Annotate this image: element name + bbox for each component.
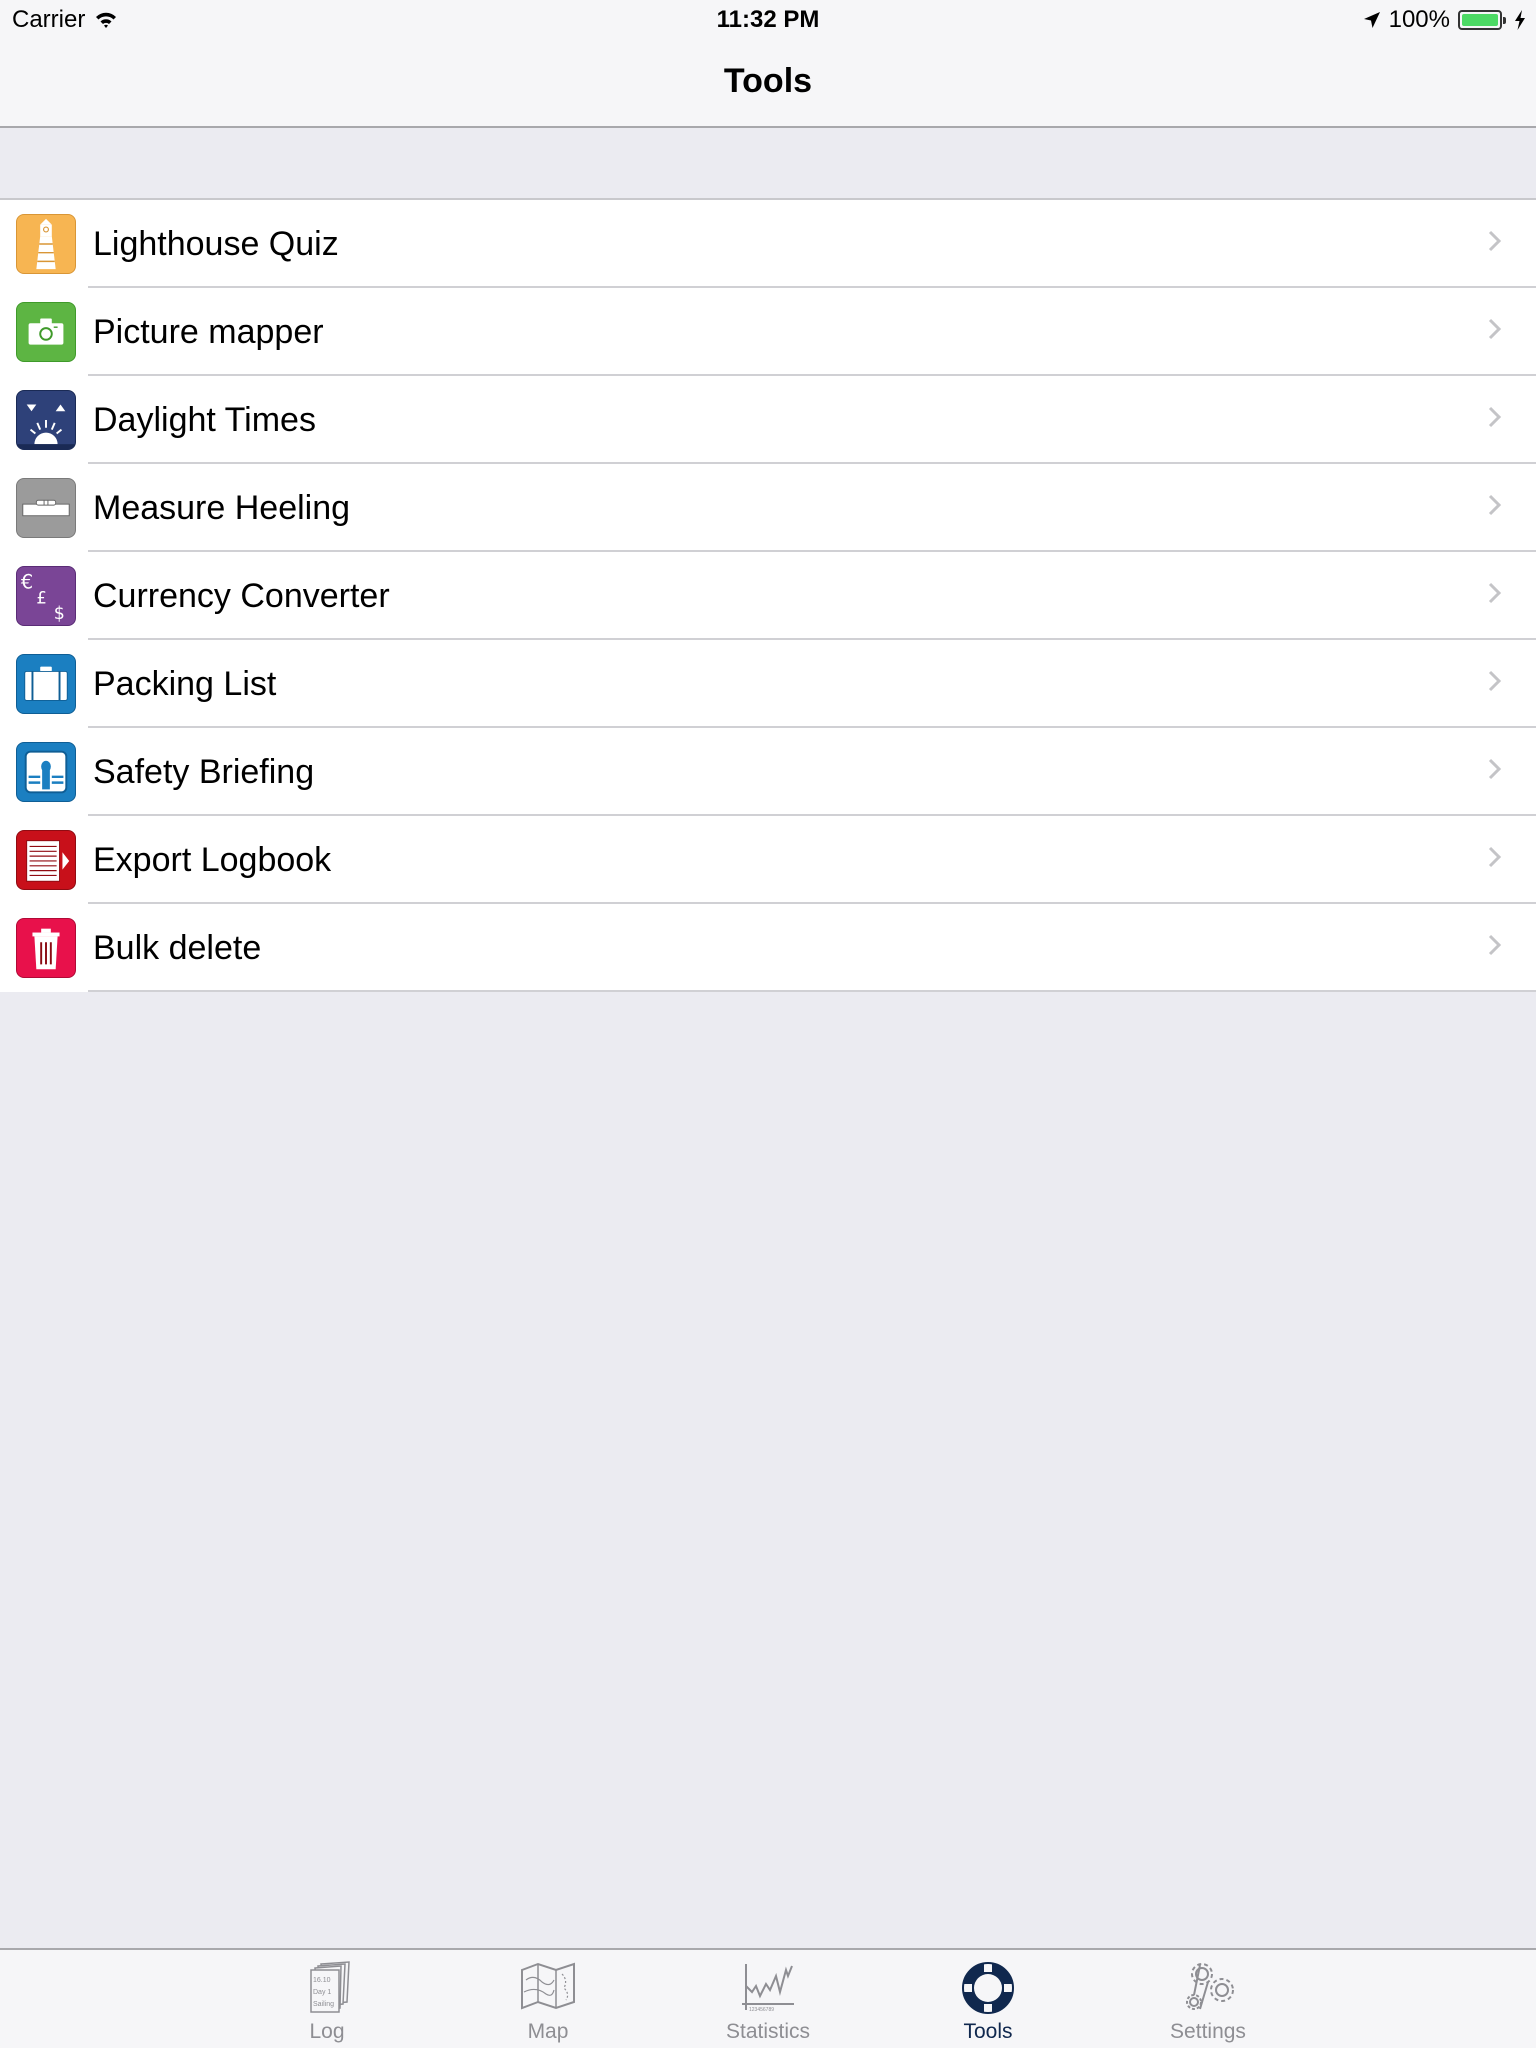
chevron-right-icon	[1488, 846, 1502, 868]
tool-row-daylight-times[interactable]: Daylight Times	[0, 376, 1536, 464]
tab-label: Log	[309, 2020, 345, 2043]
tools-list: Lighthouse Quiz Picture mapper Daylight …	[0, 198, 1536, 992]
svg-text:123456789: 123456789	[749, 2007, 774, 2013]
battery-percent: 100%	[1388, 6, 1450, 33]
status-right-group: 100%	[1363, 6, 1526, 34]
chevron-right-icon	[1488, 494, 1502, 516]
tab-settings[interactable]: Settings	[1138, 1950, 1278, 2048]
svg-text:Day 1: Day 1	[313, 1989, 331, 1996]
tab-label: Map	[527, 2020, 569, 2043]
tool-label: Bulk delete	[93, 928, 262, 967]
chevron-right-icon	[1488, 670, 1502, 692]
chevron-right-icon	[1488, 758, 1502, 780]
status-bar: Carrier 11:32 PM 100%	[0, 0, 1536, 40]
tool-label: Lighthouse Quiz	[93, 224, 339, 263]
battery-icon	[1458, 10, 1506, 30]
tab-log[interactable]: 16.10 Day 1 Sailing Log	[257, 1950, 397, 2048]
camera-icon	[16, 302, 76, 362]
chevron-right-icon	[1488, 934, 1502, 956]
chevron-right-icon	[1488, 582, 1502, 604]
tool-label: Picture mapper	[93, 312, 324, 351]
chevron-right-icon	[1488, 230, 1502, 252]
tool-label: Export Logbook	[93, 840, 332, 879]
tool-label: Packing List	[93, 664, 277, 703]
svg-text:£: £	[36, 589, 46, 608]
currency-icon: € £ $	[16, 566, 76, 626]
gears-icon	[1186, 1963, 1234, 2010]
logbook-icon: 16.10 Day 1 Sailing	[310, 1961, 350, 2013]
tool-row-packing-list[interactable]: Packing List	[0, 640, 1536, 728]
navigation-bar: Tools	[0, 40, 1536, 128]
trash-icon	[16, 918, 76, 978]
life-jacket-icon	[16, 742, 76, 802]
tool-row-export-logbook[interactable]: Export Logbook	[0, 816, 1536, 904]
location-arrow-icon	[1363, 12, 1380, 28]
tool-label: Currency Converter	[93, 576, 390, 615]
tool-row-lighthouse-quiz[interactable]: Lighthouse Quiz	[0, 200, 1536, 288]
page-title: Tools	[723, 62, 813, 100]
clock: 11:32 PM	[716, 6, 820, 33]
tool-row-measure-heeling[interactable]: Measure Heeling	[0, 464, 1536, 552]
tab-map[interactable]: Map	[478, 1950, 618, 2048]
map-icon	[521, 1962, 575, 2010]
export-document-icon	[16, 830, 76, 890]
spirit-level-icon	[16, 478, 76, 538]
svg-text:€: €	[21, 570, 33, 593]
tab-label: Settings	[1170, 2020, 1246, 2043]
chart-icon: 123456789	[742, 1964, 794, 2013]
tab-label: Statistics	[725, 2020, 811, 2043]
tool-row-safety-briefing[interactable]: Safety Briefing	[0, 728, 1536, 816]
tab-statistics[interactable]: 123456789 Statistics	[698, 1950, 838, 2048]
chevron-right-icon	[1488, 318, 1502, 340]
svg-text:Sailing: Sailing	[313, 2001, 334, 2008]
lifebuoy-icon	[962, 1962, 1014, 2014]
tab-tools[interactable]: Tools	[918, 1950, 1058, 2048]
lighthouse-icon	[16, 214, 76, 274]
tool-label: Measure Heeling	[93, 488, 351, 527]
sunrise-icon	[16, 390, 76, 450]
tab-bar: 16.10 Day 1 Sailing Log Map 123456789 St…	[0, 1948, 1536, 2048]
log-icon-date: 16.10	[313, 1977, 331, 1984]
svg-text:$: $	[54, 604, 65, 624]
tool-row-picture-mapper[interactable]: Picture mapper	[0, 288, 1536, 376]
tool-label: Daylight Times	[93, 400, 316, 439]
tool-label: Safety Briefing	[93, 752, 315, 791]
suitcase-icon	[16, 654, 76, 714]
tool-row-bulk-delete[interactable]: Bulk delete	[0, 904, 1536, 992]
tab-label: Tools	[963, 2020, 1013, 2043]
charging-bolt-icon	[1515, 10, 1525, 30]
chevron-right-icon	[1488, 406, 1502, 428]
tool-row-currency-converter[interactable]: € £ $ Currency Converter	[0, 552, 1536, 640]
